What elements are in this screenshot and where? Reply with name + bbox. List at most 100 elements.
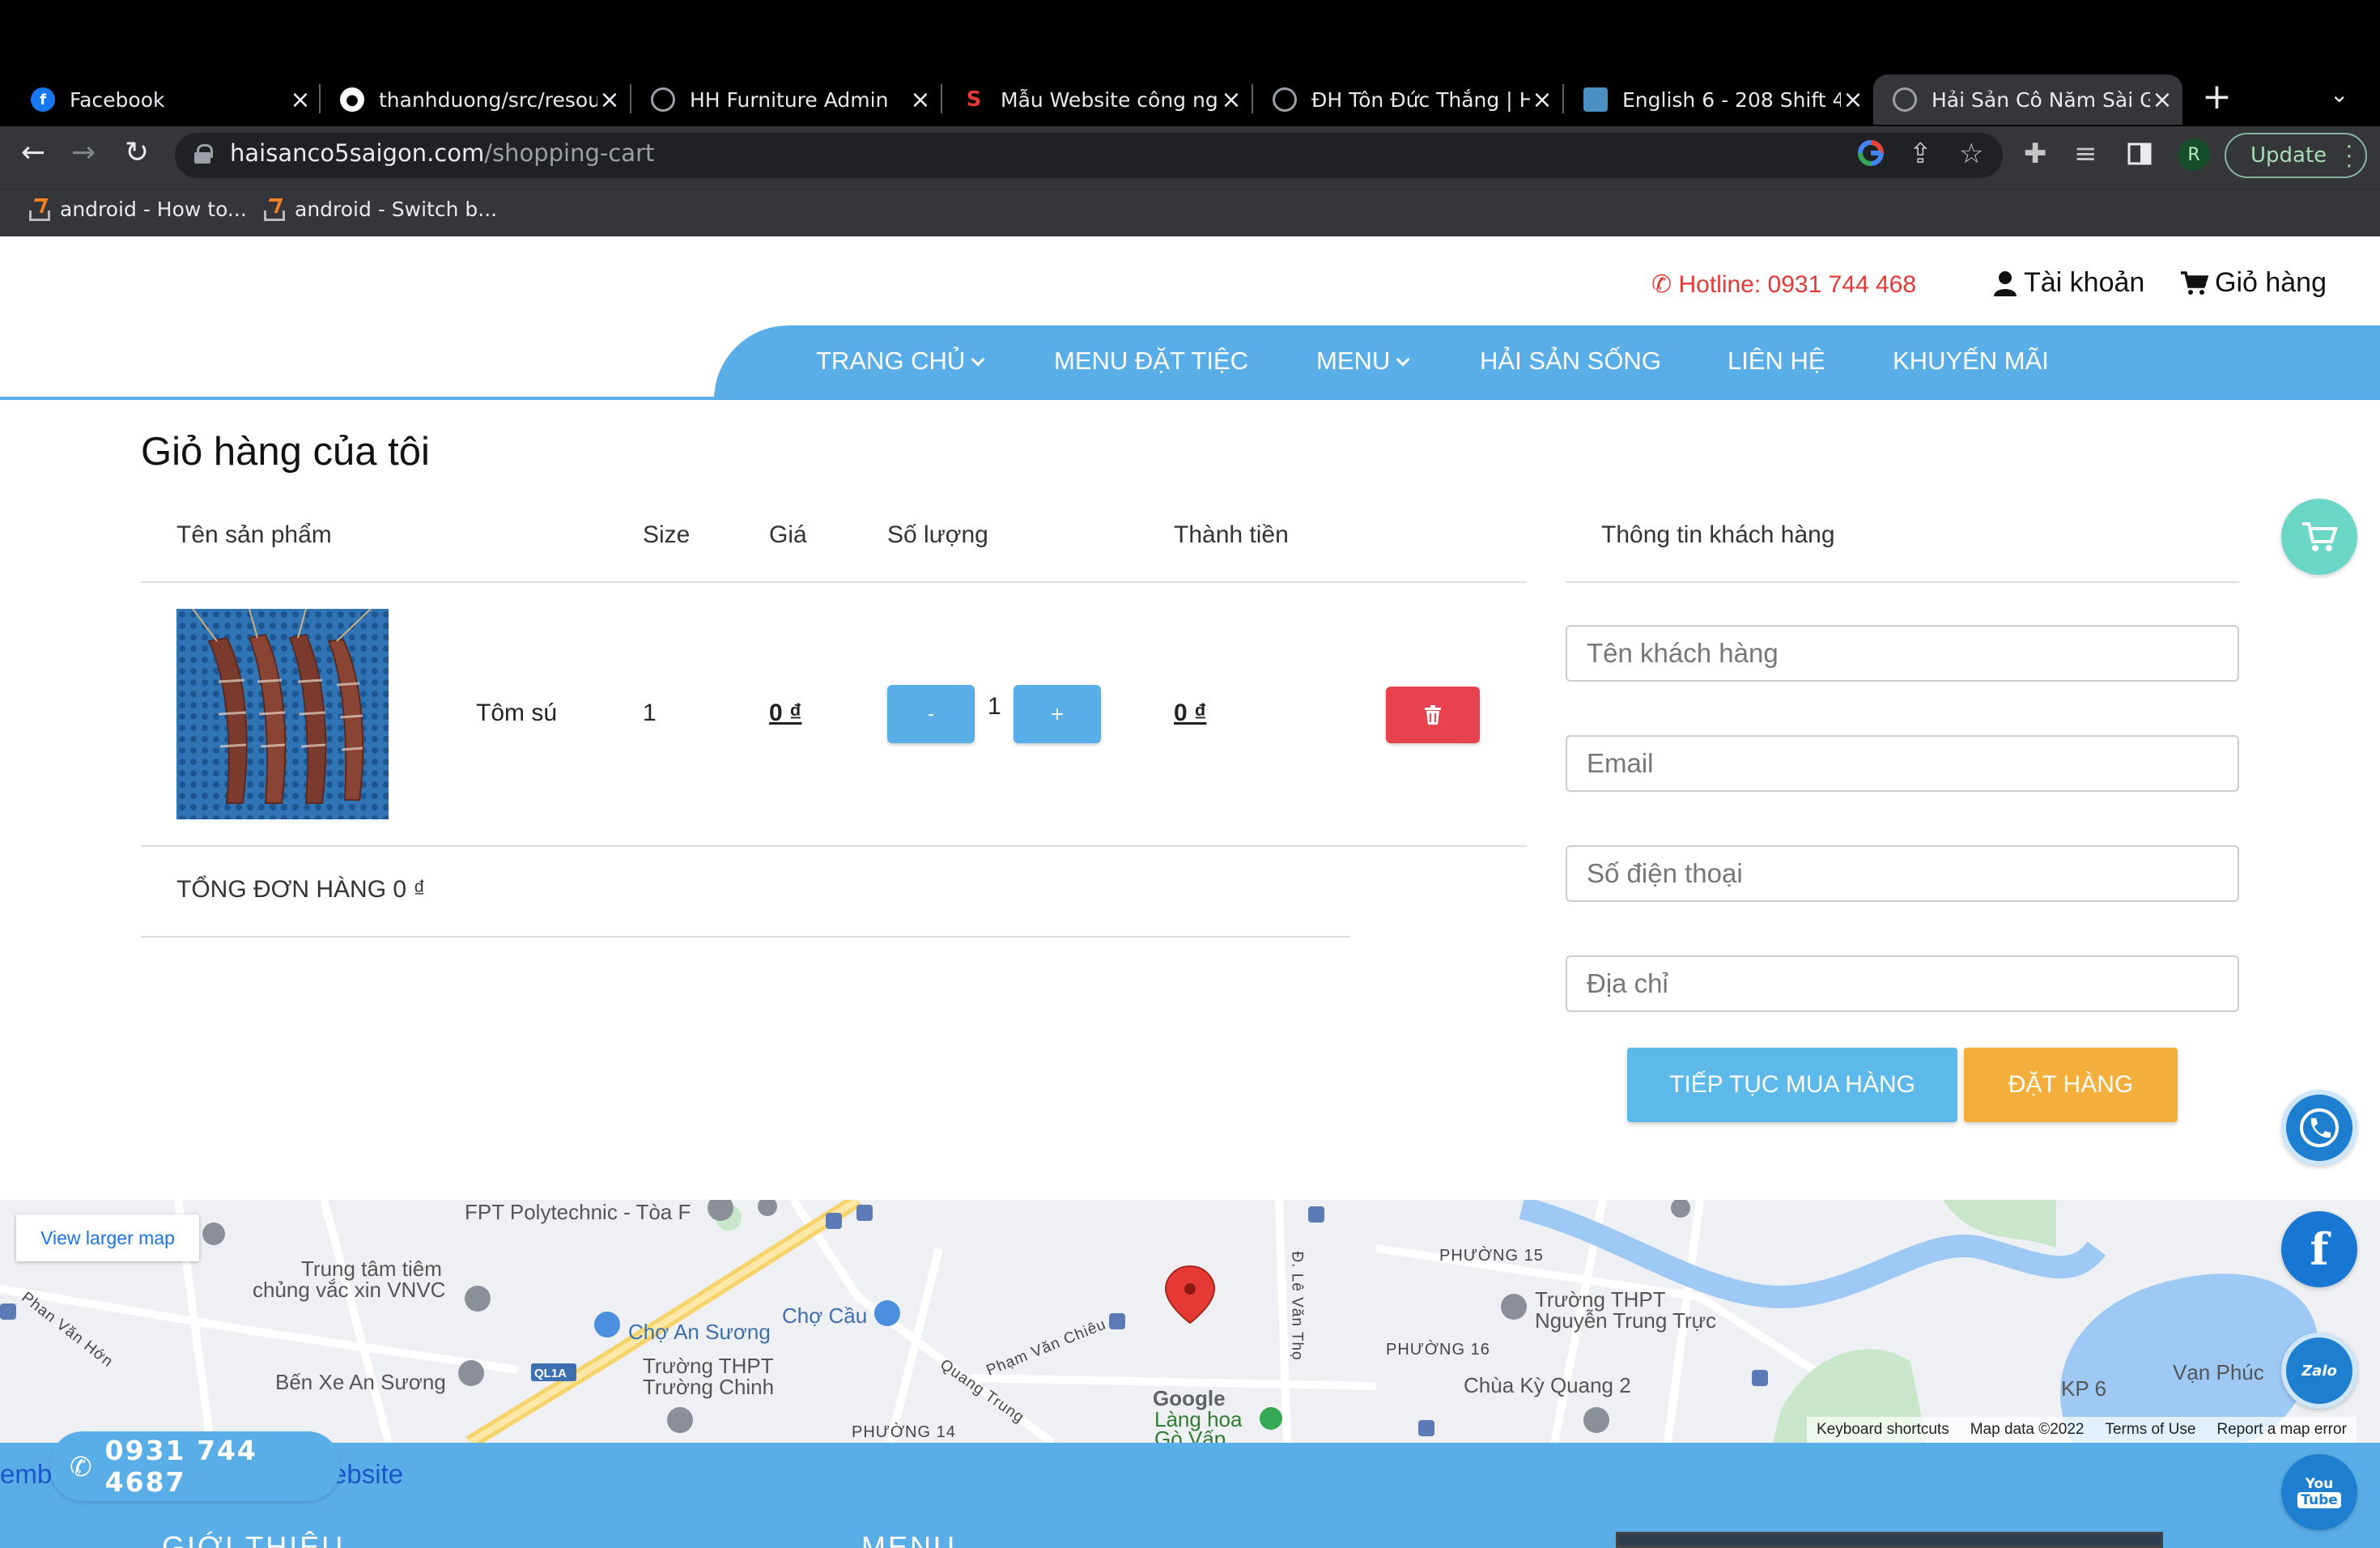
report-map-error-link[interactable]: Report a map error [2216, 1421, 2347, 1439]
col-header-qty: Số lượng [887, 521, 988, 548]
side-panel-icon[interactable] [2127, 141, 2152, 173]
close-tab-icon[interactable]: × [597, 86, 622, 114]
nav-lien-he[interactable]: LIÊN HỆ [1728, 347, 1825, 376]
table-divider [141, 845, 1527, 847]
product-qty: 1 [988, 693, 1001, 720]
floating-call-button[interactable] [2281, 1090, 2357, 1166]
globe-icon [651, 87, 675, 112]
more-menu-icon[interactable]: · · · [2346, 137, 2352, 177]
close-tab-icon[interactable]: × [2150, 86, 2174, 114]
nav-hai-san-song[interactable]: HẢI SẢN SỐNG [1480, 347, 1661, 376]
view-larger-map-link[interactable]: View larger map [16, 1214, 199, 1261]
tab-mau-website[interactable]: S Mẫu Website công ngh × [955, 74, 1243, 125]
close-tab-icon[interactable]: × [1530, 86, 1554, 114]
place-order-button[interactable]: ĐẶT HÀNG [1964, 1048, 2178, 1122]
profile-avatar[interactable]: R [2178, 138, 2210, 171]
hotline-link[interactable]: ✆ Hotline: 0931 744 468 [1651, 270, 1916, 299]
close-tab-icon[interactable]: × [1841, 86, 1865, 114]
github-icon: ● [340, 87, 364, 112]
floating-facebook-button[interactable]: f [2281, 1211, 2357, 1287]
close-tab-icon[interactable]: × [1219, 86, 1243, 114]
account-link[interactable]: Tài khoản [1993, 267, 2144, 299]
map-area-label: KP 6 [2061, 1376, 2106, 1401]
footer-link-left[interactable]: emb [0, 1459, 52, 1490]
tab-facebook[interactable]: f Facebook × [24, 74, 312, 125]
trash-icon [1425, 705, 1441, 725]
tab-haisan-active[interactable]: Hải Sản Cô Năm Sài Gò × [1873, 74, 2182, 125]
floating-zalo-button[interactable]: Zalo [2281, 1333, 2357, 1409]
phone-field[interactable] [1566, 845, 2239, 902]
media-control-icon[interactable]: ≡ [2074, 138, 2097, 170]
cart-icon [2181, 270, 2208, 295]
increase-qty-button[interactable]: + [1014, 685, 1101, 743]
close-tab-icon[interactable]: × [288, 86, 312, 114]
map-area-label: PHƯỜNG 14 [852, 1423, 956, 1441]
google-lens-icon[interactable] [1857, 139, 1885, 174]
decrease-qty-button[interactable]: - [887, 685, 975, 743]
update-button[interactable]: Update · · · [2225, 133, 2367, 178]
map-place-label[interactable]: chủng vắc xin VNVC [253, 1278, 445, 1303]
continue-shopping-button[interactable]: TIẾP TỤC MUA HÀNG [1627, 1048, 1957, 1122]
address-field[interactable] [1566, 955, 2239, 1012]
map-place-label[interactable]: Trường Chinh [643, 1375, 774, 1400]
nav-trang-chu[interactable]: TRANG CHỦ [816, 347, 985, 376]
nav-khuyen-mai[interactable]: KHUYẾN MÃI [1893, 347, 2049, 376]
call-phone-button[interactable]: ✆ 0931 744 4687 [50, 1431, 340, 1501]
globe-icon [1273, 87, 1297, 112]
share-icon[interactable]: ⇪ [1909, 138, 1932, 170]
floating-cart-button[interactable] [2281, 499, 2357, 575]
email-field[interactable] [1566, 735, 2239, 792]
tab-github[interactable]: ● thanhduong/src/resour × [334, 74, 622, 125]
map-place-label[interactable]: Nguyễn Trung Trực [1535, 1308, 1716, 1333]
cart-link[interactable]: Giỏ hàng [2179, 267, 2327, 299]
close-tab-icon[interactable]: × [908, 86, 933, 114]
customer-divider [1566, 581, 2239, 583]
tab-tdtu[interactable]: ĐH Tôn Đức Thắng | H × [1266, 74, 1554, 125]
page-title: Giỏ hàng của tôi [141, 430, 430, 474]
highway-shield: QL1A [534, 1367, 567, 1380]
map-place-label[interactable]: Chùa Kỳ Quang 2 [1464, 1373, 1631, 1398]
extensions-puzzle-icon[interactable]: ✚ [2024, 138, 2047, 170]
map-place-label[interactable]: FPT Polytechnic - Tòa F [465, 1200, 691, 1225]
keyboard-shortcuts-link[interactable]: Keyboard shortcuts [1817, 1421, 1949, 1439]
nav-menu-dat-tiec[interactable]: MENU ĐẶT TIỆC [1054, 347, 1248, 376]
tab-search-chevron-icon[interactable]: ⌄ [2330, 81, 2348, 108]
bookmark-item[interactable]: android - Switch b... [262, 198, 497, 221]
forward-arrow-icon[interactable]: → [71, 136, 96, 169]
facebook-icon: f [31, 87, 55, 112]
reload-icon[interactable]: ↻ [125, 136, 149, 169]
table-divider [141, 936, 1350, 938]
url-text[interactable]: haisanco5saigon.com/shopping-cart [230, 139, 654, 167]
tab-hh-furniture[interactable]: HH Furniture Admin × [644, 74, 933, 125]
map-place-label[interactable]: Chợ An Sương [628, 1320, 771, 1345]
phone-icon: ✆ [70, 1450, 94, 1482]
map-place-label[interactable]: Chợ Cầu [782, 1303, 867, 1329]
footer-link-right[interactable]: ebsite [332, 1459, 403, 1490]
product-subtotal: 0 ₫ [1174, 700, 1207, 726]
col-header-subtotal: Thành tiền [1174, 521, 1289, 548]
map-area-label: PHƯỜNG 15 [1439, 1247, 1544, 1265]
back-arrow-icon[interactable]: ← [21, 136, 45, 169]
s-logo-icon: S [966, 87, 982, 112]
cart-icon [2302, 522, 2338, 551]
col-header-price: Giá [769, 521, 807, 548]
delete-item-button[interactable] [1386, 687, 1480, 743]
customer-name-field[interactable] [1566, 625, 2239, 682]
star-bookmark-icon[interactable]: ☆ [1959, 138, 1983, 170]
classroom-icon [1583, 87, 1608, 112]
map-place-label[interactable]: Bến Xe An Sương [275, 1370, 446, 1395]
map-street-label: Đ. Lê Văn Thọ [1288, 1251, 1306, 1361]
terms-link[interactable]: Terms of Use [2105, 1421, 2195, 1439]
product-name[interactable]: Tôm sú [476, 700, 557, 727]
tab-english6[interactable]: English 6 - 208 Shift 4 × [1577, 74, 1865, 125]
new-tab-button[interactable]: + [2202, 76, 2232, 117]
url-path: /shopping-cart [484, 139, 655, 167]
lock-icon[interactable] [194, 144, 213, 164]
google-map[interactable]: View larger map FPT Polytechnic - Tòa F … [0, 1200, 2380, 1443]
bookmark-item[interactable]: android - How to... [28, 198, 247, 221]
nav-menu[interactable]: MENU [1316, 347, 1410, 376]
product-image [176, 609, 389, 819]
tab-separator [1252, 84, 1253, 113]
floating-youtube-button[interactable]: You Tube [2281, 1454, 2357, 1530]
map-place-label[interactable]: Gò Vấp [1154, 1427, 1226, 1443]
